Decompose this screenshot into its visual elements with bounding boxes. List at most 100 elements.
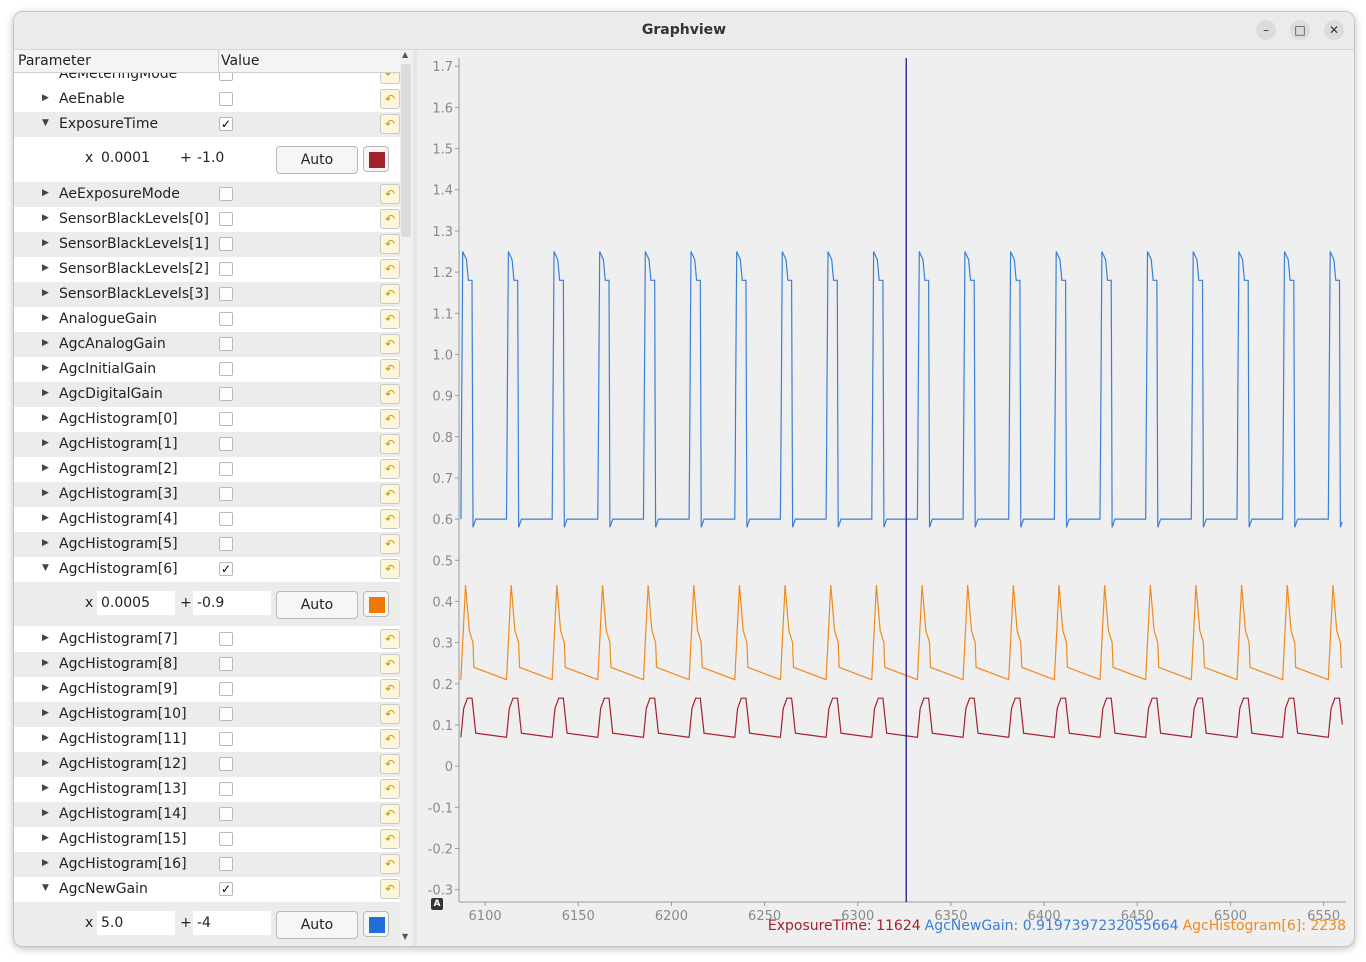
list-item[interactable]: ▶ AgcHistogram[5] ↶ <box>14 532 400 557</box>
list-item[interactable]: ▶ AgcHistogram[9] ↶ <box>14 677 400 702</box>
expand-arrow-icon[interactable]: ▶ <box>42 633 49 643</box>
reset-icon[interactable]: ↶ <box>380 654 400 674</box>
list-item[interactable]: ▶ SensorBlackLevels[1] ↶ <box>14 232 400 257</box>
row-checkbox[interactable] <box>219 832 233 846</box>
reset-icon[interactable]: ↶ <box>380 209 400 229</box>
reset-icon[interactable]: ↶ <box>380 114 400 134</box>
reset-icon[interactable]: ↶ <box>380 704 400 724</box>
reset-icon[interactable]: ↶ <box>380 409 400 429</box>
expand-arrow-icon[interactable]: ▶ <box>42 658 49 668</box>
expand-arrow-icon[interactable]: ▶ <box>42 313 49 323</box>
row-checkbox[interactable] <box>219 857 233 871</box>
minimize-icon[interactable]: – <box>1256 20 1276 40</box>
expand-arrow-icon[interactable]: ▶ <box>42 733 49 743</box>
reset-icon[interactable]: ↶ <box>380 334 400 354</box>
reset-icon[interactable]: ↶ <box>380 829 400 849</box>
scrollbar-thumb[interactable] <box>401 64 411 237</box>
close-icon[interactable]: ✕ <box>1324 20 1344 40</box>
reset-icon[interactable]: ↶ <box>380 484 400 504</box>
list-item[interactable]: ▶ AgcHistogram[4] ↶ <box>14 507 400 532</box>
list-item[interactable]: ▶ AgcHistogram[14] ↶ <box>14 802 400 827</box>
expand-arrow-icon[interactable]: ▶ <box>42 463 49 473</box>
reset-icon[interactable]: ↶ <box>380 384 400 404</box>
row-checkbox[interactable] <box>219 732 233 746</box>
row-checkbox[interactable] <box>219 237 233 251</box>
expand-arrow-icon[interactable]: ▶ <box>42 288 49 298</box>
reset-icon[interactable]: ↶ <box>380 679 400 699</box>
expand-arrow-icon[interactable]: ▶ <box>42 238 49 248</box>
list-item[interactable]: ▶ AgcHistogram[10] ↶ <box>14 702 400 727</box>
expand-arrow-icon[interactable]: ▶ <box>42 683 49 693</box>
reset-icon[interactable]: ↶ <box>380 729 400 749</box>
scroll-down-icon[interactable]: ▼ <box>402 932 408 941</box>
row-checkbox[interactable]: ✓ <box>219 562 233 576</box>
vertical-scrollbar[interactable]: ▲ ▼ <box>400 50 413 946</box>
list-item[interactable]: ▼ AgcNewGain ✓ ↶ <box>14 877 400 902</box>
list-item[interactable]: ▶ AeEnable ↶ <box>14 87 400 112</box>
scale-input[interactable]: 0.0005 <box>97 591 175 615</box>
maximize-icon[interactable]: □ <box>1290 20 1310 40</box>
list-item[interactable]: ▼ ExposureTime ✓ ↶ <box>14 112 400 137</box>
row-checkbox[interactable] <box>219 657 233 671</box>
list-item[interactable]: ▶ AeExposureMode ↶ <box>14 182 400 207</box>
expand-arrow-icon[interactable]: ▶ <box>42 538 49 548</box>
list-item[interactable]: ▶ AgcHistogram[11] ↶ <box>14 727 400 752</box>
row-checkbox[interactable] <box>219 412 233 426</box>
list-item[interactable]: ▶ AgcHistogram[16] ↶ <box>14 852 400 877</box>
list-item[interactable]: ▶ AgcHistogram[1] ↶ <box>14 432 400 457</box>
expand-arrow-icon[interactable]: ▶ <box>42 388 49 398</box>
reset-icon[interactable]: ↶ <box>380 309 400 329</box>
expand-arrow-icon[interactable]: ▶ <box>42 93 49 103</box>
list-item[interactable]: ▶ AgcHistogram[15] ↶ <box>14 827 400 852</box>
reset-icon[interactable]: ↶ <box>380 629 400 649</box>
reset-icon[interactable]: ↶ <box>380 559 400 579</box>
reset-icon[interactable]: ↶ <box>380 89 400 109</box>
column-divider[interactable] <box>218 50 219 72</box>
plot-canvas[interactable]: -0.3 -0.2 -0.1 0 0.1 0.2 0.3 0.4 0.5 0.6 0.7 0.8 0.9… <box>417 50 1354 946</box>
expand-arrow-icon[interactable]: ▶ <box>42 858 49 868</box>
auto-button[interactable]: Auto <box>276 591 358 619</box>
scroll-up-icon[interactable]: ▲ <box>402 50 408 59</box>
reset-icon[interactable]: ↶ <box>380 804 400 824</box>
collapse-arrow-icon[interactable]: ▼ <box>42 118 49 128</box>
auto-button[interactable]: Auto <box>276 911 358 939</box>
expand-arrow-icon[interactable]: ▶ <box>42 708 49 718</box>
reset-icon[interactable]: ↶ <box>380 459 400 479</box>
row-checkbox[interactable]: ✓ <box>219 882 233 896</box>
reset-icon[interactable]: ↶ <box>380 184 400 204</box>
expand-arrow-icon[interactable]: ▶ <box>42 833 49 843</box>
color-picker-button[interactable] <box>363 911 389 937</box>
reset-icon[interactable]: ↶ <box>380 284 400 304</box>
list-item[interactable]: ▶ AgcHistogram[3] ↶ <box>14 482 400 507</box>
reset-icon[interactable]: ↶ <box>380 434 400 454</box>
row-checkbox[interactable] <box>219 337 233 351</box>
reset-icon[interactable]: ↶ <box>380 234 400 254</box>
reset-icon[interactable]: ↶ <box>380 73 400 84</box>
offset-input[interactable]: -4 <box>193 911 271 935</box>
row-checkbox[interactable] <box>219 92 233 106</box>
list-item[interactable]: ▶ AgcHistogram[13] ↶ <box>14 777 400 802</box>
collapse-arrow-icon[interactable]: ▼ <box>42 883 49 893</box>
row-checkbox[interactable] <box>219 312 233 326</box>
list-item[interactable]: ▶ AgcHistogram[0] ↶ <box>14 407 400 432</box>
expand-arrow-icon[interactable]: ▶ <box>42 808 49 818</box>
row-checkbox[interactable]: ✓ <box>219 117 233 131</box>
reset-icon[interactable]: ↶ <box>380 534 400 554</box>
row-checkbox[interactable] <box>219 437 233 451</box>
row-checkbox[interactable] <box>219 512 233 526</box>
list-item[interactable]: ▶ SensorBlackLevels[3] ↶ <box>14 282 400 307</box>
expand-arrow-icon[interactable]: ▶ <box>42 513 49 523</box>
row-checkbox[interactable] <box>219 487 233 501</box>
expand-arrow-icon[interactable]: ▶ <box>42 758 49 768</box>
list-item[interactable]: ▶ AgcDigitalGain ↶ <box>14 382 400 407</box>
expand-arrow-icon[interactable]: ▶ <box>42 213 49 223</box>
expand-arrow-icon[interactable]: ▶ <box>42 263 49 273</box>
row-checkbox[interactable] <box>219 262 233 276</box>
reset-icon[interactable]: ↶ <box>380 779 400 799</box>
row-checkbox[interactable] <box>219 632 233 646</box>
list-item[interactable]: ▶ AnalogueGain ↶ <box>14 307 400 332</box>
list-item[interactable]: ▶ AgcHistogram[2] ↶ <box>14 457 400 482</box>
expand-arrow-icon[interactable]: ▶ <box>42 413 49 423</box>
row-checkbox[interactable] <box>219 73 233 81</box>
expand-arrow-icon[interactable]: ▶ <box>42 188 49 198</box>
